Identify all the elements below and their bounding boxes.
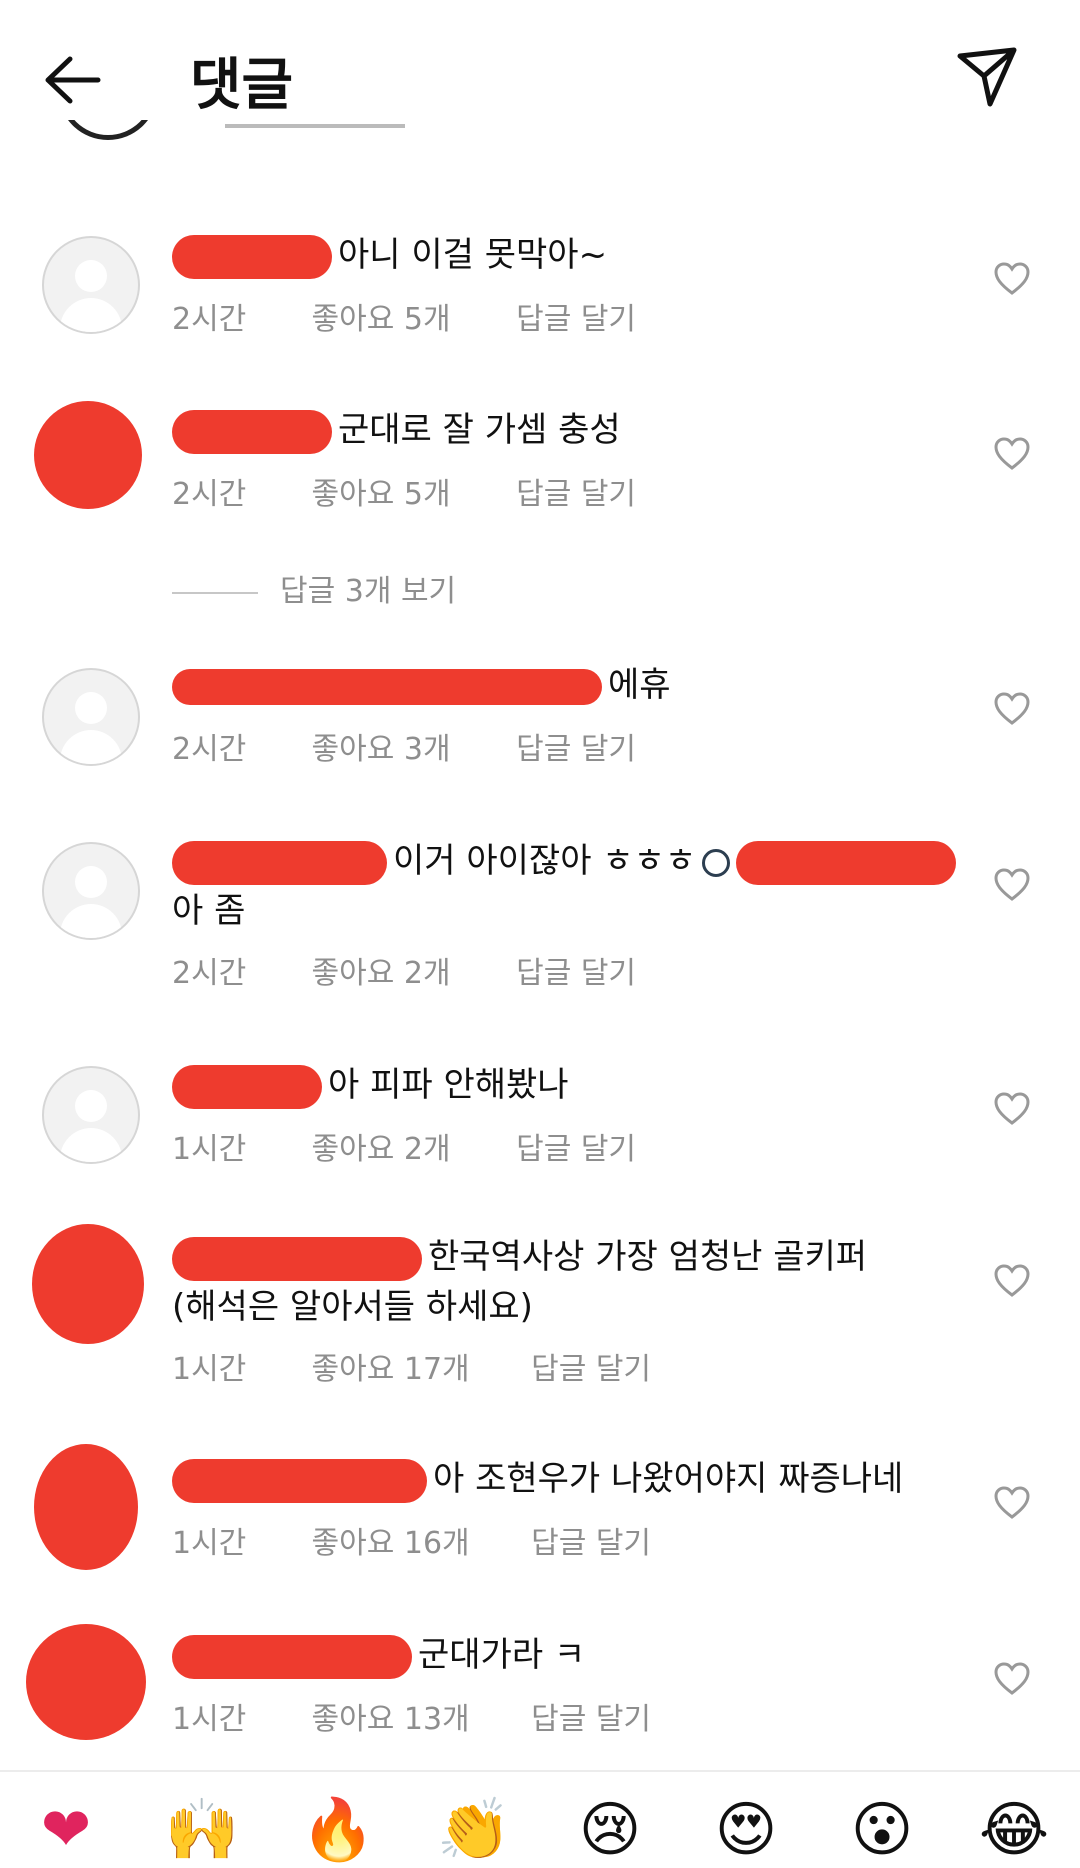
red-heart-emoji-icon[interactable]: ❤ [28, 1792, 104, 1868]
comment-time: 1시간 [172, 1526, 247, 1561]
redacted-username [172, 840, 387, 885]
crying-face-emoji-icon[interactable]: 😢 [572, 1792, 648, 1868]
avatar [58, 120, 158, 140]
comment-meta: 1시간 좋아요 13개 답글 달기 [172, 1694, 651, 1738]
comment-text: 아 조현우가 나왔어야지 짜증나네 [172, 1454, 980, 1504]
comment-text: 군대가라 ㅋ [172, 1630, 930, 1680]
reply-button[interactable]: 답글 달기 [516, 724, 636, 768]
heart-icon[interactable] [994, 1264, 1030, 1298]
comment-time: 2시간 [172, 477, 247, 512]
heart-icon[interactable] [994, 1092, 1030, 1126]
avatar[interactable] [34, 401, 142, 509]
reply-button[interactable]: 답글 달기 [531, 1518, 651, 1562]
like-count[interactable]: 좋아요 16개 [312, 1518, 522, 1562]
redacted-username [172, 1634, 412, 1679]
clapping-hands-emoji-icon[interactable]: 👏 [436, 1792, 512, 1868]
reply-button[interactable]: 답글 달기 [531, 1694, 651, 1738]
comment-time: 2시간 [172, 956, 247, 991]
tears-of-joy-emoji-icon[interactable]: 😂 [976, 1792, 1052, 1868]
heart-icon[interactable] [994, 1662, 1030, 1696]
paper-plane-icon[interactable] [952, 42, 1022, 112]
comment-time: 1시간 [172, 1352, 247, 1387]
redacted-username [172, 668, 602, 705]
avatar[interactable] [42, 842, 140, 940]
avatar[interactable] [42, 668, 140, 766]
like-count[interactable]: 좋아요 5개 [312, 469, 507, 513]
redacted-username [172, 234, 332, 279]
comment-time: 2시간 [172, 302, 247, 337]
surprised-face-emoji-icon[interactable]: 😮 [844, 1792, 920, 1868]
comment-text: 군대로 잘 가셈 충성 [172, 405, 930, 455]
like-count[interactable]: 좋아요 3개 [312, 724, 507, 768]
page-title: 댓글 [190, 53, 294, 118]
partial-comment [0, 120, 1080, 160]
reply-button[interactable]: 답글 달기 [531, 1344, 651, 1388]
heart-icon[interactable] [994, 868, 1030, 902]
avatar[interactable] [42, 1066, 140, 1164]
comment-meta: 1시간 좋아요 2개 답글 달기 [172, 1124, 636, 1168]
comment-time: 2시간 [172, 732, 247, 767]
heart-icon[interactable] [994, 437, 1030, 471]
partial-text [225, 124, 405, 140]
comment-meta: 2시간 좋아요 5개 답글 달기 [172, 294, 636, 338]
fire-emoji-icon[interactable]: 🔥 [300, 1792, 376, 1868]
redacted-username [172, 1236, 422, 1281]
redacted-mention [736, 840, 957, 885]
divider-line [172, 591, 258, 594]
like-count[interactable]: 좋아요 5개 [312, 294, 507, 338]
like-count[interactable]: 좋아요 2개 [312, 1124, 507, 1168]
avatar[interactable] [26, 1624, 146, 1740]
raising-hands-emoji-icon[interactable]: 🙌 [164, 1792, 240, 1868]
avatar[interactable] [32, 1224, 144, 1344]
mention-icon [702, 848, 731, 877]
comment-meta: 2시간 좋아요 3개 답글 달기 [172, 724, 636, 768]
reply-button[interactable]: 답글 달기 [516, 948, 636, 992]
emoji-reaction-bar: ❤ 🙌 🔥 👏 😢 😍 😮 😂 [0, 1770, 1080, 1868]
reply-button[interactable]: 답글 달기 [516, 294, 636, 338]
arrow-left-icon[interactable] [38, 45, 108, 115]
comment-text: 아니 이걸 못막아~ [172, 230, 930, 280]
reply-button[interactable]: 답글 달기 [516, 469, 636, 513]
view-replies-button[interactable]: 답글 3개 보기 [172, 566, 456, 610]
like-count[interactable]: 좋아요 2개 [312, 948, 507, 992]
comment-text-line2: (해석은 알아서들 하세요) [172, 1287, 533, 1327]
avatar[interactable] [34, 1444, 138, 1570]
heart-icon[interactable] [994, 1486, 1030, 1520]
comment-meta: 2시간 좋아요 2개 답글 달기 [172, 948, 636, 992]
reply-button[interactable]: 답글 달기 [516, 1124, 636, 1168]
heart-icon[interactable] [994, 692, 1030, 726]
comment-text: 에휴 [172, 660, 930, 710]
redacted-username [172, 409, 332, 454]
comment-meta: 2시간 좋아요 5개 답글 달기 [172, 469, 636, 513]
comment-time: 1시간 [172, 1132, 247, 1167]
like-count[interactable]: 좋아요 13개 [312, 1694, 522, 1738]
redacted-username [172, 1458, 427, 1503]
comment-meta: 1시간 좋아요 17개 답글 달기 [172, 1344, 651, 1388]
comment-meta: 1시간 좋아요 16개 답글 달기 [172, 1518, 651, 1562]
comment-text: 한국역사상 가장 엄청난 골키퍼 (해석은 알아서들 하세요) [172, 1232, 930, 1332]
redacted-username [172, 1064, 322, 1109]
comment-text: 이거 아이잖아 ㅎㅎㅎ 아 좀 [172, 836, 970, 936]
like-count[interactable]: 좋아요 17개 [312, 1344, 522, 1388]
heart-icon[interactable] [994, 262, 1030, 296]
comment-time: 1시간 [172, 1702, 247, 1737]
heart-eyes-emoji-icon[interactable]: 😍 [708, 1792, 784, 1868]
avatar[interactable] [42, 236, 140, 334]
comment-text: 아 피파 안해봤나 [172, 1060, 930, 1110]
comment-text-line2: 아 좀 [172, 891, 246, 931]
